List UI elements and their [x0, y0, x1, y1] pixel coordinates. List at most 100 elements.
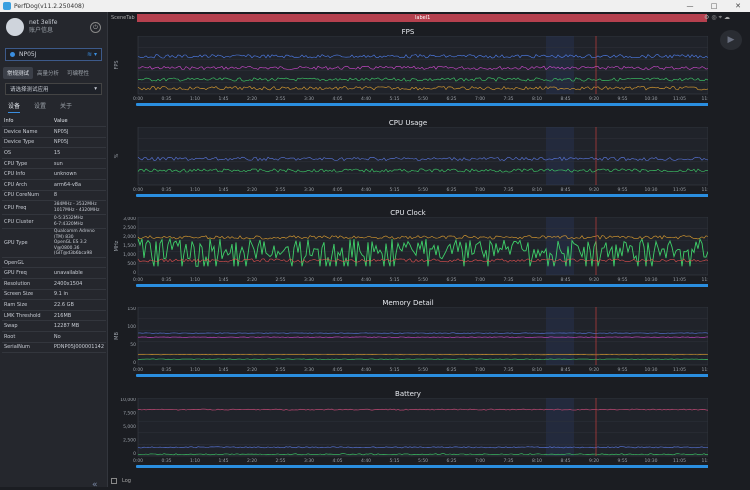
info-key: CPU Type: [2, 158, 52, 170]
y-tick-label: 100: [127, 324, 136, 330]
y-tick-label: 1,500: [123, 243, 136, 249]
y-axis-label: %: [114, 153, 120, 158]
timeline-scrollbar: [136, 194, 708, 197]
table-row: CPU Cluster 0-5:3532MHz 6-7:4320MHz: [2, 214, 106, 230]
selection-region: [546, 307, 574, 365]
x-tick-label: 8:10: [532, 187, 542, 193]
tab-normal-test[interactable]: 常规测试: [3, 67, 34, 79]
tab-high-analysis[interactable]: 高量分析: [33, 67, 63, 79]
scene-tab-label[interactable]: SceneTab: [111, 15, 135, 21]
app-select-value: 请选择测试应用: [10, 87, 49, 93]
collapse-sidebar-icon[interactable]: «: [92, 480, 98, 490]
device-select[interactable]: NP05J ≋ ▾: [5, 48, 102, 61]
perfdog-logo-icon: [3, 2, 11, 10]
x-tick-label: 0:00: [133, 96, 143, 102]
account-info-link[interactable]: 账户信息: [29, 27, 57, 35]
log-label: Log: [122, 478, 131, 484]
info-key: CPU Arch: [2, 179, 52, 191]
info-value: 0-5:3532MHz 6-7:4320MHz: [51, 214, 106, 230]
x-tick-label: 6:25: [446, 367, 456, 373]
info-key: CPU Cluster: [2, 214, 52, 230]
main-area: SceneTab label1 ⚙◎⌖☁ ▶ FPS FPS 0:00 0:35 1:1…: [108, 12, 750, 487]
x-tick-label: 4:40: [361, 277, 371, 283]
info-value: 22.6 GB: [51, 299, 106, 311]
info-value: unknown: [51, 168, 106, 181]
chart-title: CPU Clock: [390, 209, 426, 217]
close-icon[interactable]: ✕: [726, 2, 750, 10]
top-toolbar-icons[interactable]: ⚙◎⌖☁: [704, 14, 732, 22]
play-icon[interactable]: ▶: [720, 30, 742, 50]
x-tick-label: 0:35: [161, 458, 171, 464]
tab-settings[interactable]: 设置: [34, 101, 46, 113]
x-tick-label: 11:05: [673, 187, 686, 193]
info-key: Resolution: [2, 278, 52, 290]
table-row: CPU CoreNum 8: [2, 190, 106, 202]
x-tick-label: 4:40: [361, 187, 371, 193]
timeline-scrollbar: [136, 374, 708, 377]
y-tick-label: 500: [127, 261, 136, 267]
x-tick-label: 8:45: [560, 96, 570, 102]
maximize-icon[interactable]: □: [702, 2, 726, 10]
x-tick-label: 10:30: [645, 277, 658, 283]
x-tick-label: 8:45: [560, 367, 570, 373]
x-tick-label: 1:45: [218, 277, 228, 283]
user-row: net 3elife 账户信息 ⏻: [0, 12, 107, 42]
chart-panel-battery[interactable]: Battery 10,000 7,500 5,000 2,500 0 0:00 0:35 1:1…: [108, 390, 708, 478]
chart-panel-memory-detail[interactable]: Memory Detail 150 100 50 0 MB 0:00 0:35 1:10 1:45…: [108, 299, 708, 387]
x-tick-label: 4:40: [361, 458, 371, 464]
chart-title: FPS: [401, 28, 415, 36]
x-tick-label: 9:20: [589, 96, 599, 102]
x-tick-label: 5:15: [389, 367, 399, 373]
x-tick-label: 2:20: [247, 187, 257, 193]
x-tick-label: 10:30: [645, 458, 658, 464]
y-tick-label: 7,500: [123, 411, 136, 417]
table-row: Device Name NP05J: [2, 126, 106, 138]
y-tick-label: 1,000: [123, 252, 136, 258]
x-tick-label: 7:00: [475, 187, 485, 193]
log-checkbox[interactable]: [111, 478, 117, 484]
x-tick-label: 8:10: [532, 458, 542, 464]
x-tick-label: 5:15: [389, 96, 399, 102]
sidebar: net 3elife 账户信息 ⏻ NP05J ≋ ▾ 常规测试 高量分析 可编…: [0, 12, 108, 490]
table-row: GPU Freq unavailable: [2, 267, 106, 279]
device-status-icon: [10, 52, 15, 57]
x-tick-label: 8:45: [560, 187, 570, 193]
x-tick-label: 0:35: [161, 96, 171, 102]
table-header-cell: Info: [2, 116, 52, 128]
x-tick-label: 11:24: [702, 277, 708, 283]
power-icon[interactable]: ⏻: [90, 21, 101, 33]
chart-title: Memory Detail: [382, 299, 434, 307]
y-axis-label: MB: [114, 332, 120, 340]
wifi-dropdown-icon[interactable]: ≋ ▾: [87, 51, 97, 58]
y-tick-label: 2,000: [123, 234, 136, 240]
chart-panel-cpu-usage[interactable]: CPU Usage% 0:00 0:35 1:10 1:45 2:20 2:55 3:30 4:…: [108, 119, 708, 207]
table-row: OS 15: [2, 147, 106, 159]
info-key: Device Name: [2, 126, 52, 138]
x-tick-label: 4:40: [361, 367, 371, 373]
app-select[interactable]: 请选择测试应用 ▾: [5, 83, 102, 95]
info-value: sun: [51, 158, 106, 170]
x-tick-label: 2:20: [247, 277, 257, 283]
table-row: Device Type NP05J: [2, 137, 106, 149]
x-tick-label: 0:00: [133, 367, 143, 373]
tab-device[interactable]: 设备: [8, 101, 21, 113]
x-tick-label: 1:10: [190, 187, 200, 193]
table-row: CPU Freq 384MHz - 3532MHz 1017MHz - 4320MH…: [2, 200, 106, 216]
info-key: OS: [2, 147, 52, 159]
tab-programmable[interactable]: 可编程性: [63, 67, 93, 79]
avatar[interactable]: [6, 18, 24, 36]
tab-about[interactable]: 关于: [60, 101, 72, 113]
y-tick-label: 0: [133, 451, 136, 457]
chart-panel-cpu-clock[interactable]: CPU Clock 3,000 2,500 2,000 1,500 1,000 500 0 MH…: [108, 209, 708, 297]
chart-panel-fps[interactable]: FPS FPS 0:00 0:35 1:10 1:45 2:20 2:55 3:30 4:05 4:…: [108, 28, 708, 116]
x-tick-label: 5:50: [418, 277, 428, 283]
minimize-icon[interactable]: —: [678, 2, 702, 10]
x-tick-label: 3:30: [304, 458, 314, 464]
x-tick-label: 6:25: [446, 187, 456, 193]
scene-bar: SceneTab label1: [108, 14, 708, 22]
info-value: 216MB: [51, 310, 106, 322]
x-tick-label: 7:00: [475, 96, 485, 102]
x-tick-label: 5:50: [418, 96, 428, 102]
scene-track[interactable]: label1: [137, 14, 707, 22]
device-name: NP05J: [19, 51, 37, 58]
